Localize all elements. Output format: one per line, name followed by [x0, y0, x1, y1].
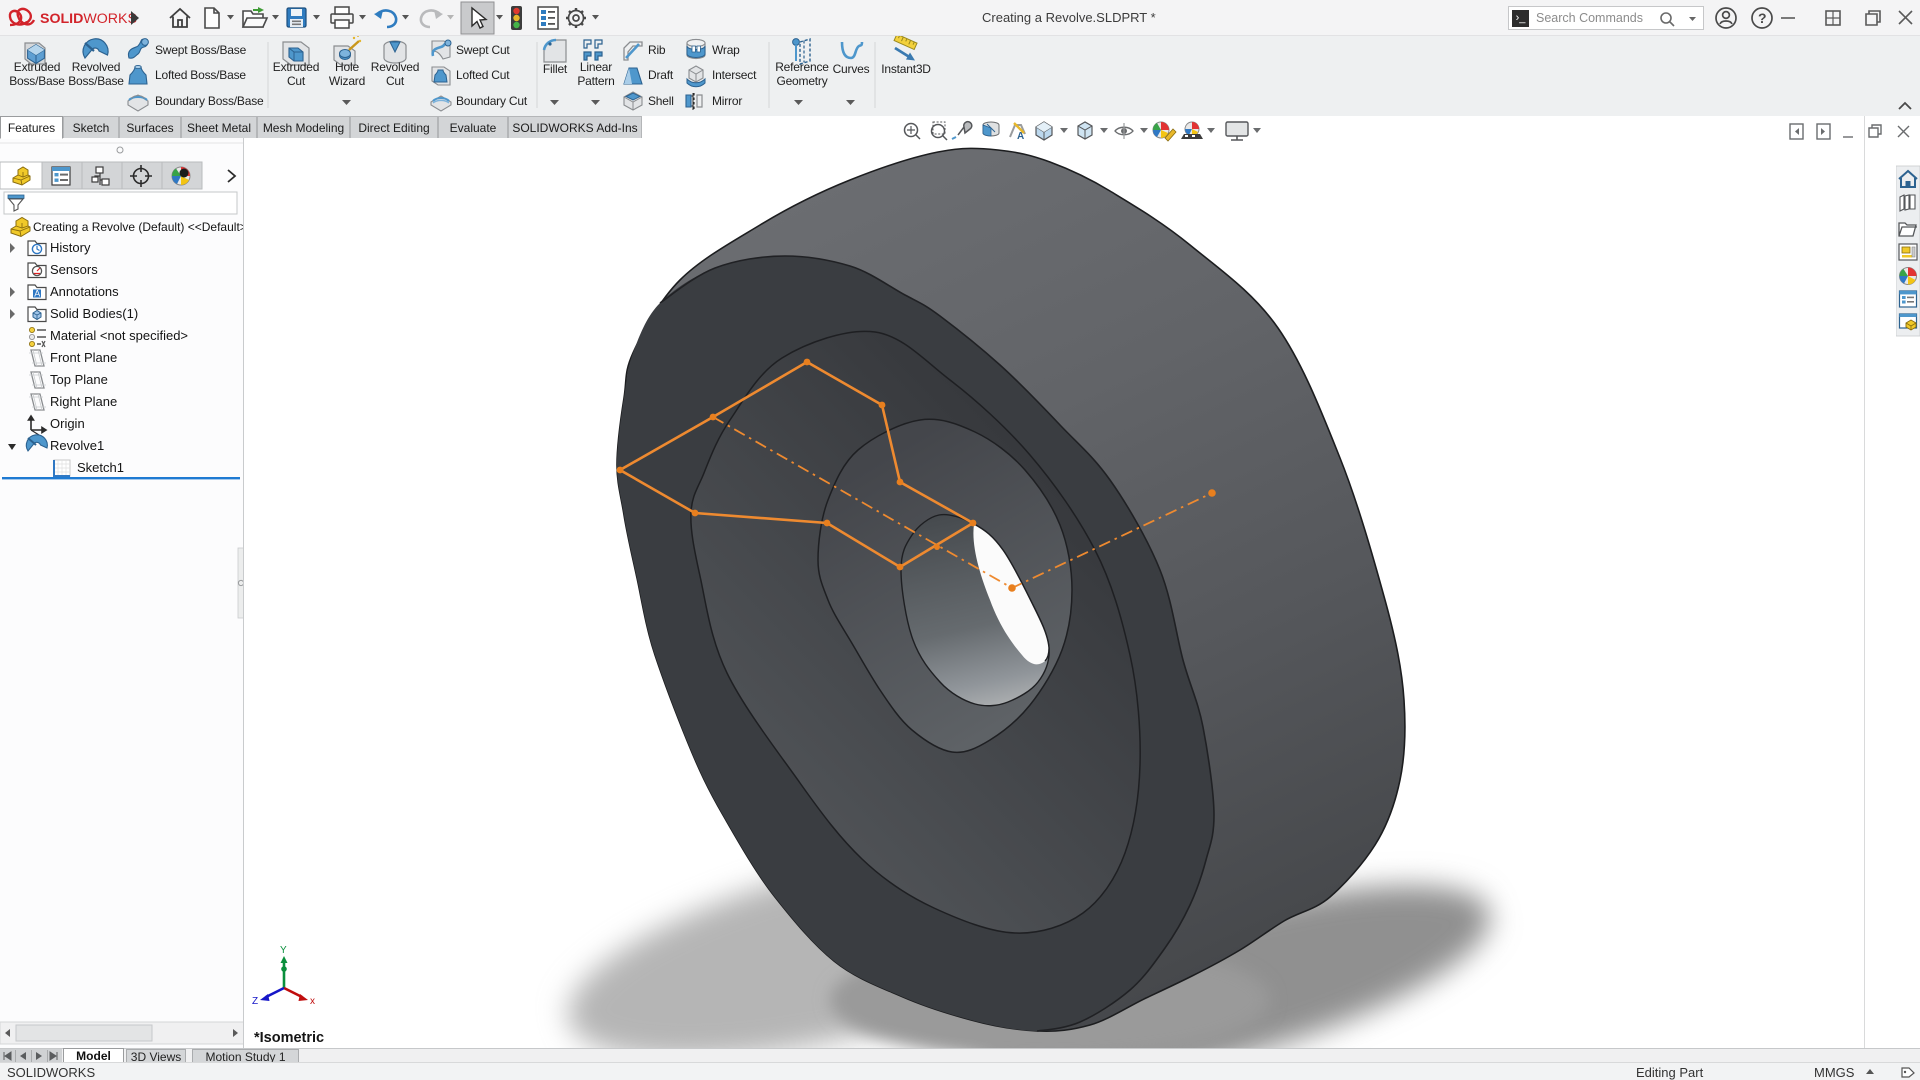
svg-text:*Isometric: *Isometric [254, 1030, 324, 1046]
svg-text:A: A [1017, 131, 1024, 142]
svg-text:SOLIDWORKS: SOLIDWORKS [40, 11, 137, 27]
svg-text:?: ? [1758, 10, 1767, 26]
svg-text:x: x [310, 996, 315, 1007]
svg-text:A: A [34, 289, 40, 299]
svg-text:Y: Y [280, 945, 287, 956]
svg-text:Z: Z [252, 996, 258, 1007]
